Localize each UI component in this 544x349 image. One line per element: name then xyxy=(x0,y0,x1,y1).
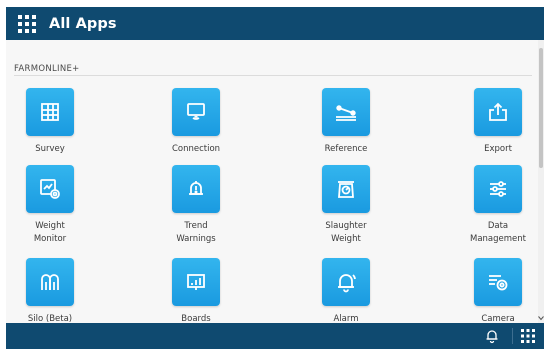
page-title: All Apps xyxy=(49,15,117,32)
app-label: Silo (Beta) xyxy=(27,314,73,323)
app-label: Weight Monitor xyxy=(33,221,67,244)
reference-line-icon xyxy=(322,88,370,136)
silo-icon xyxy=(26,258,74,306)
app-label: Connection xyxy=(171,144,221,154)
app-label: Export xyxy=(484,144,512,154)
scrollbar[interactable] xyxy=(538,40,544,323)
app-label: Survey xyxy=(35,144,65,154)
app-label: Slaughter Weight xyxy=(325,221,367,244)
scrollbar-thumb[interactable] xyxy=(539,48,543,168)
app-frame: All Apps FARMONLINE+ Survey Connection R… xyxy=(0,0,544,349)
alarm-bell-icon xyxy=(322,258,370,306)
apps-panel: FARMONLINE+ Survey Connection Reference … xyxy=(6,40,538,323)
app-label: Boards xyxy=(181,314,211,323)
weight-monitor-icon xyxy=(26,165,74,213)
apps-grid-icon[interactable] xyxy=(520,328,536,344)
bell-warning-icon xyxy=(172,165,220,213)
app-label: Trend Warnings xyxy=(176,221,216,244)
app-slaughter-weight[interactable]: Slaughter Weight xyxy=(296,165,396,246)
monitor-signal-icon xyxy=(172,88,220,136)
app-label: Reference xyxy=(324,144,368,154)
notification-bell-icon[interactable] xyxy=(484,328,500,344)
app-label: Data Management xyxy=(470,221,526,244)
sliders-icon xyxy=(474,165,522,213)
app-alarm[interactable]: Alarm xyxy=(296,258,396,323)
app-silo-beta[interactable]: Silo (Beta) xyxy=(6,258,100,323)
app-data-management[interactable]: Data Management xyxy=(448,165,538,246)
scroll-down-icon[interactable] xyxy=(538,315,544,321)
app-survey[interactable]: Survey xyxy=(6,88,100,156)
section-label: FARMONLINE+ xyxy=(14,64,80,74)
app-label: Alarm xyxy=(333,314,359,323)
board-chart-icon xyxy=(172,258,220,306)
scale-icon xyxy=(322,165,370,213)
app-camera[interactable]: Camera xyxy=(448,258,538,323)
app-label: Camera xyxy=(481,314,515,323)
camera-settings-icon xyxy=(474,258,522,306)
app-weight-monitor[interactable]: Weight Monitor xyxy=(6,165,100,246)
app-reference[interactable]: Reference xyxy=(296,88,396,156)
app-boards[interactable]: Boards xyxy=(146,258,246,323)
title-bar: All Apps xyxy=(6,7,544,40)
table-grid-icon xyxy=(26,88,74,136)
app-connection[interactable]: Connection xyxy=(146,88,246,156)
grid-menu-icon[interactable] xyxy=(16,13,38,35)
bottom-divider xyxy=(512,328,513,344)
section-divider xyxy=(14,75,532,76)
bottom-bar xyxy=(6,323,544,349)
export-tray-icon xyxy=(474,88,522,136)
app-export[interactable]: Export xyxy=(448,88,538,156)
app-trend-warnings[interactable]: Trend Warnings xyxy=(146,165,246,246)
